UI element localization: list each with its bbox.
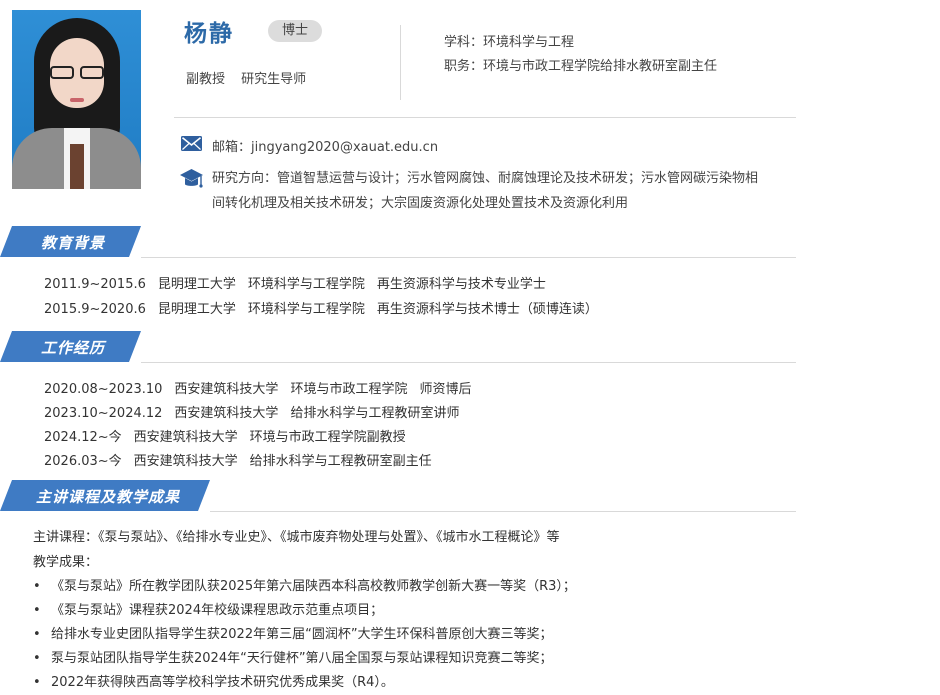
research-direction: 研究方向：管道智慧运营与设计；污水管网腐蚀、耐腐蚀理论及技术研发；污水管网碳污染… xyxy=(212,166,792,216)
section-title-education: 教育背景 xyxy=(41,234,106,252)
work-row: 2026.03~今 西安建筑科技大学 给排水科学与工程教研室副主任 xyxy=(44,454,432,469)
work-row: 2020.08~2023.10 西安建筑科技大学 环境与市政工程学院 师资博后 xyxy=(44,382,472,397)
list-item: • 给排水专业史团队指导学生获2022年第三届“圆润杯”大学生环保科普原创大赛三等… xyxy=(33,627,553,642)
email: 邮箱：jingyang2020@xauat.edu.cn xyxy=(212,140,439,155)
person-name: 杨静 xyxy=(184,21,234,47)
results-label: 教学成果： xyxy=(33,555,99,570)
list-item: • 泵与泵站团队指导学生获2024年“天行健杯”第八届全国泵与泵站课程知识竞赛二等… xyxy=(33,651,553,666)
research-line-1: 研究方向：管道智慧运营与设计；污水管网腐蚀、耐腐蚀理论及技术研发；污水管网碳污染… xyxy=(212,171,759,186)
work-row: 2024.12~今 西安建筑科技大学 环境与市政工程学院副教授 xyxy=(44,430,406,445)
section-header-work: 工作经历 xyxy=(0,331,141,362)
degree-badge: 博士 xyxy=(268,20,322,42)
work-row: 2023.10~2024.12 西安建筑科技大学 给排水科学与工程教研室讲师 xyxy=(44,406,460,421)
title-associate-professor: 副教授 xyxy=(186,72,226,87)
section-title-teaching: 主讲课程及教学成果 xyxy=(36,488,181,506)
section-rule-work xyxy=(141,362,796,363)
title-supervisor: 研究生导师 xyxy=(241,72,307,87)
courses-line: 主讲课程：《泵与泵站》、《给排水专业史》、《城市废弃物处理与处置》、《城市水工程… xyxy=(33,530,560,545)
header-rule xyxy=(174,117,796,118)
education-row: 2015.9~2020.6 昆明理工大学 环境科学与工程学院 再生资源科学与技术博士（… xyxy=(44,302,598,317)
list-item: • 2022年获得陕西高等学校科学技术研究优秀成果奖（R4）。 xyxy=(33,675,394,690)
section-title-work: 工作经历 xyxy=(41,339,106,357)
titles: 副教授 研究生导师 xyxy=(186,68,318,87)
section-header-education: 教育背景 xyxy=(0,226,141,257)
research-line-2: 间转化机理及相关技术研发；大宗固废资源化处理处置技术及资源化利用 xyxy=(212,196,629,211)
profile-photo xyxy=(12,10,141,189)
position: 职务：环境与市政工程学院给排水教研室副主任 xyxy=(444,59,718,74)
education-row: 2011.9~2015.6 昆明理工大学 环境科学与工程学院 再生资源科学与技术专业学… xyxy=(44,277,546,292)
discipline: 学科：环境科学与工程 xyxy=(444,35,575,50)
section-rule-education xyxy=(141,257,796,258)
list-item: • 《泵与泵站》所在教学团队获2025年第六届陕西本科高校教师教学创新大赛一等奖（… xyxy=(33,579,576,594)
header-divider xyxy=(400,25,401,100)
section-header-teaching: 主讲课程及教学成果 xyxy=(0,480,210,511)
mail-icon xyxy=(181,136,202,151)
list-item: • 《泵与泵站》课程获2024年校级课程思政示范重点项目； xyxy=(33,603,384,618)
graduation-cap-icon xyxy=(180,169,203,188)
section-rule-teaching xyxy=(210,511,796,512)
